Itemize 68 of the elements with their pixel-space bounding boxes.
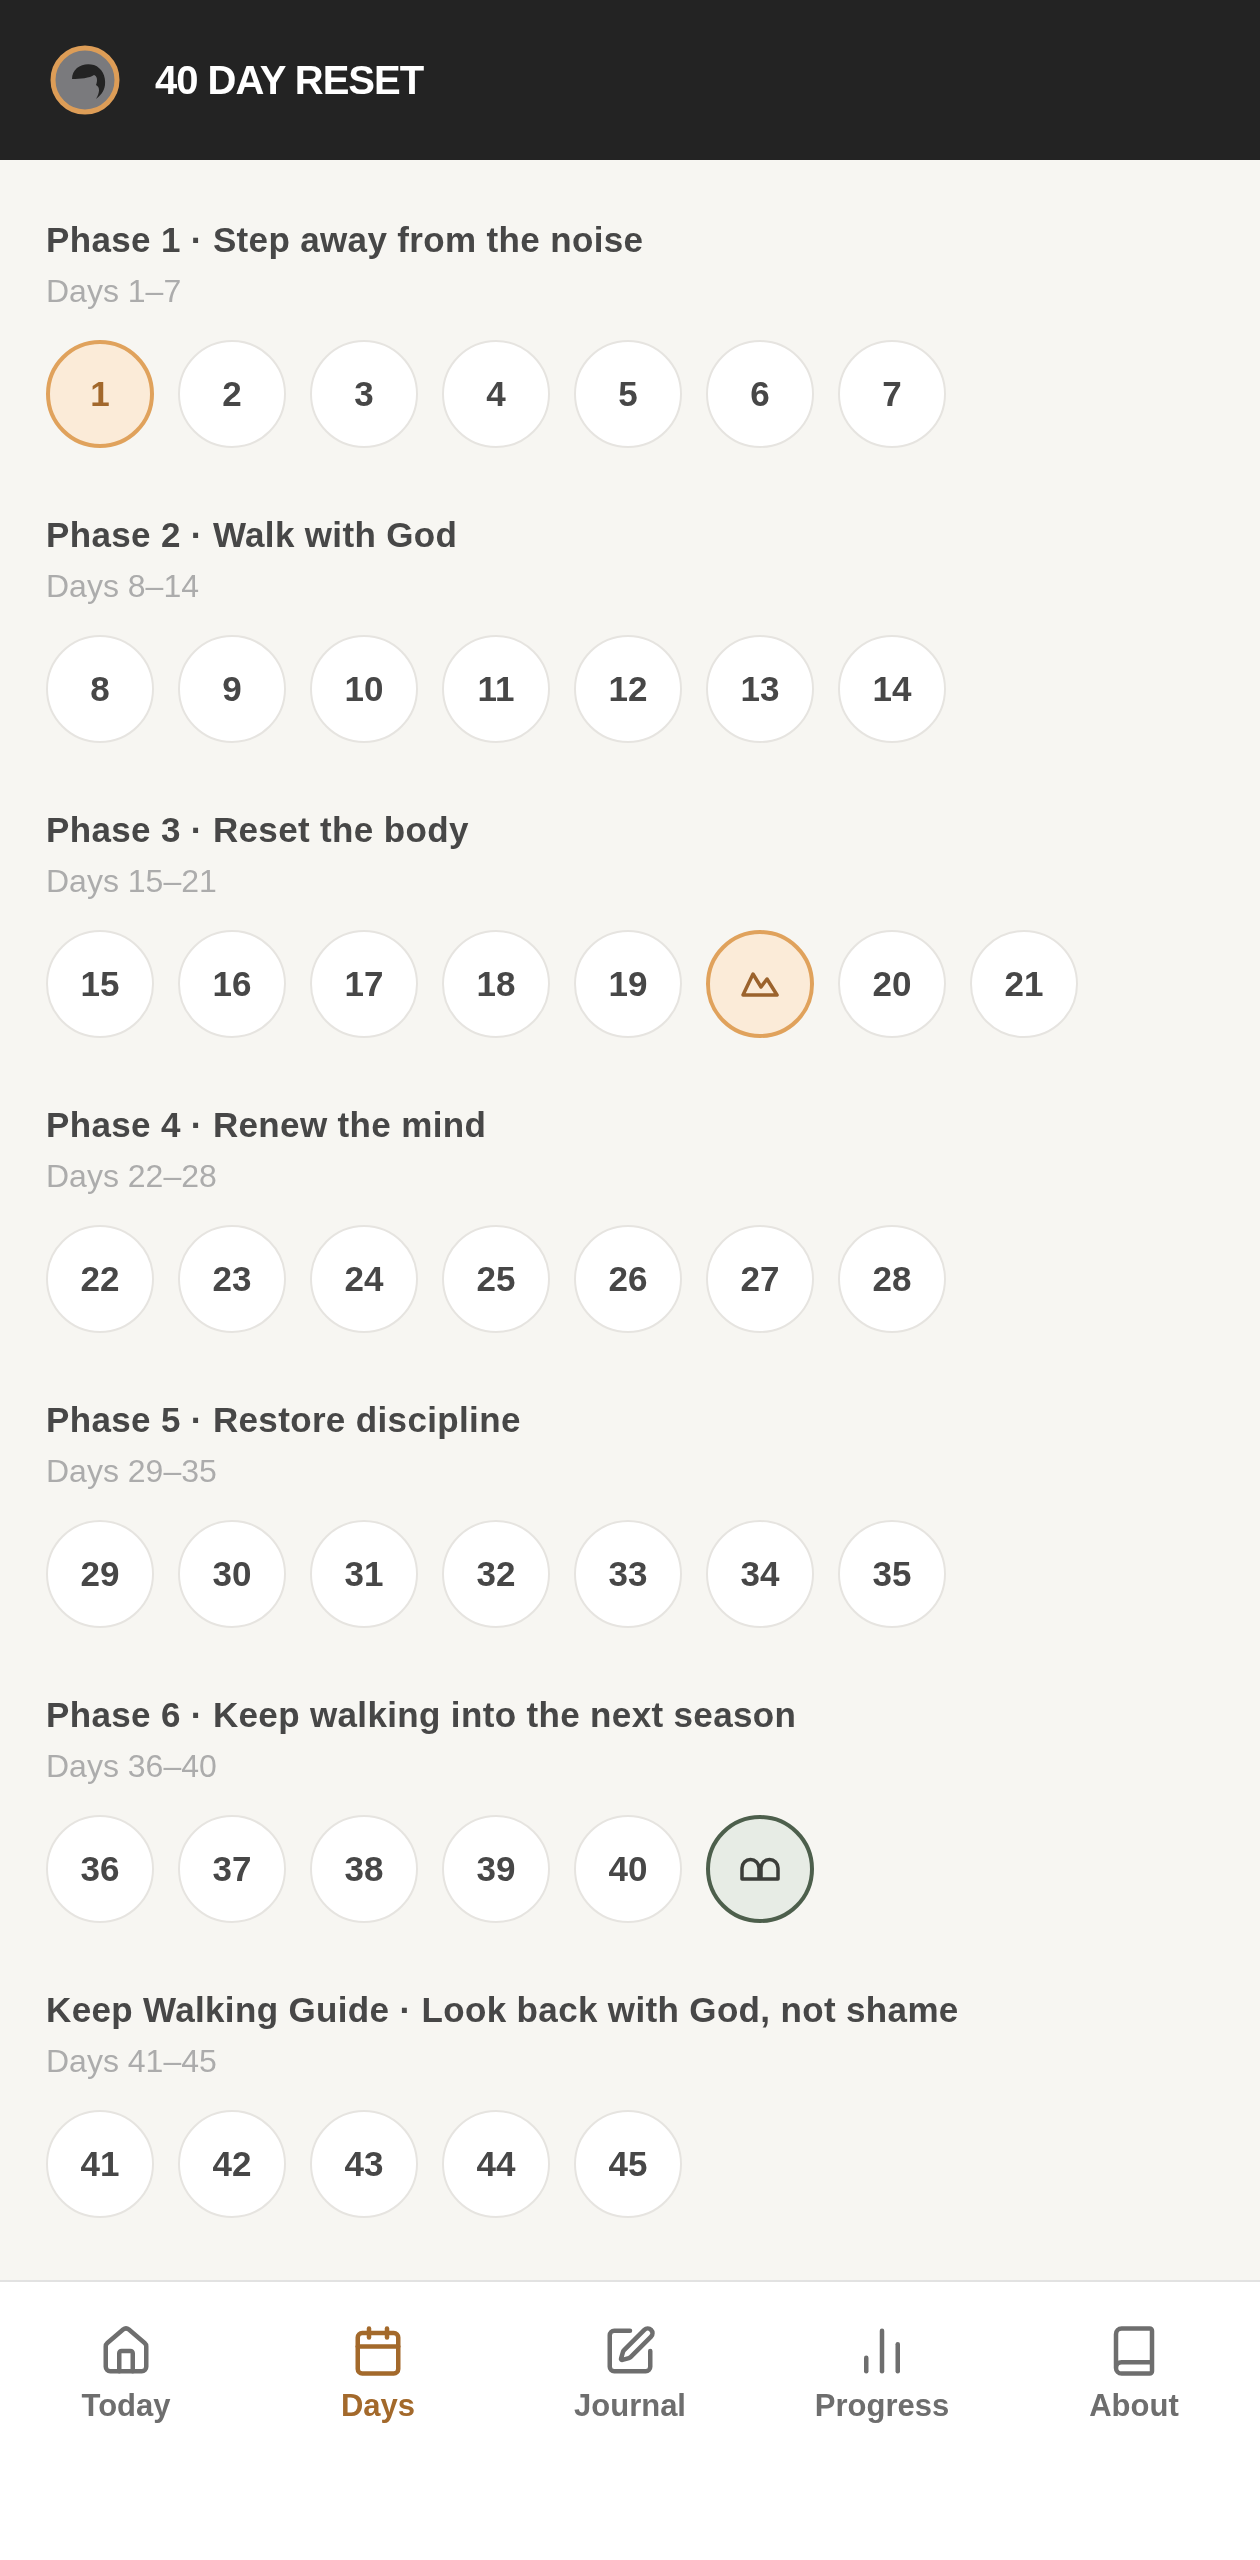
phase-title: Phase 4 · Renew the mind bbox=[46, 1104, 488, 1146]
day-button[interactable]: 42 bbox=[178, 2110, 286, 2218]
day-button[interactable]: 30 bbox=[178, 1520, 286, 1628]
day-button[interactable]: 5 bbox=[574, 340, 682, 448]
day-button[interactable]: 9 bbox=[178, 635, 286, 743]
day-button[interactable]: 10 bbox=[310, 635, 418, 743]
day-button[interactable]: 16 bbox=[178, 930, 286, 1038]
day-button[interactable]: 8 bbox=[46, 635, 154, 743]
nav-tab[interactable]: About bbox=[1089, 2324, 1179, 2424]
day-range: Days 8–14 bbox=[46, 568, 200, 604]
day-button[interactable]: 21 bbox=[970, 930, 1078, 1038]
day-range: Days 29–35 bbox=[46, 1453, 218, 1489]
day-button[interactable]: 35 bbox=[838, 1520, 946, 1628]
day-range: Days 1–7 bbox=[46, 273, 183, 309]
day-button[interactable]: 15 bbox=[46, 930, 154, 1038]
phase-title: Phase 2 · Walk with God bbox=[46, 514, 459, 556]
day-button[interactable]: 40 bbox=[574, 1815, 682, 1923]
day-button[interactable]: 28 bbox=[838, 1225, 946, 1333]
day-button[interactable]: 31 bbox=[310, 1520, 418, 1628]
phase-title: Phase 1 · Step away from the noise bbox=[46, 219, 645, 261]
day-range: Days 15–21 bbox=[46, 863, 218, 899]
day-button[interactable]: 29 bbox=[46, 1520, 154, 1628]
day-button[interactable]: 33 bbox=[574, 1520, 682, 1628]
day-button[interactable]: 6 bbox=[706, 340, 814, 448]
day-button[interactable]: 26 bbox=[574, 1225, 682, 1333]
double-arch-icon bbox=[740, 1857, 780, 1881]
day-button[interactable]: 36 bbox=[46, 1815, 154, 1923]
day-range: Days 22–28 bbox=[46, 1158, 218, 1194]
day-button[interactable]: 34 bbox=[706, 1520, 814, 1628]
phase-title: Keep Walking Guide · Look back with God, not shame bbox=[46, 1989, 960, 2031]
phase-title: Phase 5 · Restore discipline bbox=[46, 1399, 522, 1441]
phase-title: Phase 3 · Reset the body bbox=[46, 809, 470, 851]
day-button[interactable]: 41 bbox=[46, 2110, 154, 2218]
day-button[interactable]: 45 bbox=[574, 2110, 682, 2218]
day-button[interactable]: 22 bbox=[46, 1225, 154, 1333]
day-button[interactable]: 3 bbox=[310, 340, 418, 448]
day-button[interactable]: 44 bbox=[442, 2110, 550, 2218]
nav-tab[interactable]: Progress bbox=[814, 2324, 950, 2424]
day-button[interactable]: 20 bbox=[838, 930, 946, 1038]
day-button[interactable]: 19 bbox=[574, 930, 682, 1038]
day-button[interactable]: 2 bbox=[178, 340, 286, 448]
day-button[interactable]: 17 bbox=[310, 930, 418, 1038]
day-button[interactable]: 27 bbox=[706, 1225, 814, 1333]
day-button[interactable]: 24 bbox=[310, 1225, 418, 1333]
day-button[interactable]: 18 bbox=[442, 930, 550, 1038]
phase-title: Phase 6 · Keep walking into the next season bbox=[46, 1694, 798, 1736]
day-button[interactable]: 38 bbox=[310, 1815, 418, 1923]
day-button[interactable]: 14 bbox=[838, 635, 946, 743]
nav-tab[interactable]: Today bbox=[81, 2324, 171, 2424]
day-button[interactable]: 13 bbox=[706, 635, 814, 743]
nav-tab[interactable]: Days bbox=[340, 2324, 416, 2424]
day-button[interactable]: 43 bbox=[310, 2110, 418, 2218]
day-button[interactable]: 7 bbox=[838, 340, 946, 448]
logo-icon bbox=[50, 45, 120, 115]
nav-tab[interactable]: Journal bbox=[574, 2324, 686, 2424]
day-button[interactable]: 37 bbox=[178, 1815, 286, 1923]
day-button[interactable]: 12 bbox=[574, 635, 682, 743]
day-button[interactable]: 25 bbox=[442, 1225, 550, 1333]
app-title: 40 DAY RESET bbox=[155, 60, 424, 100]
day-button[interactable]: 1 bbox=[46, 340, 154, 448]
day-button[interactable]: 32 bbox=[442, 1520, 550, 1628]
mountain-icon bbox=[740, 970, 780, 998]
day-range: Days 36–40 bbox=[46, 1748, 218, 1784]
day-button[interactable]: 11 bbox=[442, 635, 550, 743]
day-button[interactable]: 39 bbox=[442, 1815, 550, 1923]
day-button[interactable]: 4 bbox=[442, 340, 550, 448]
day-range: Days 41–45 bbox=[46, 2043, 218, 2079]
day-button[interactable]: 23 bbox=[178, 1225, 286, 1333]
